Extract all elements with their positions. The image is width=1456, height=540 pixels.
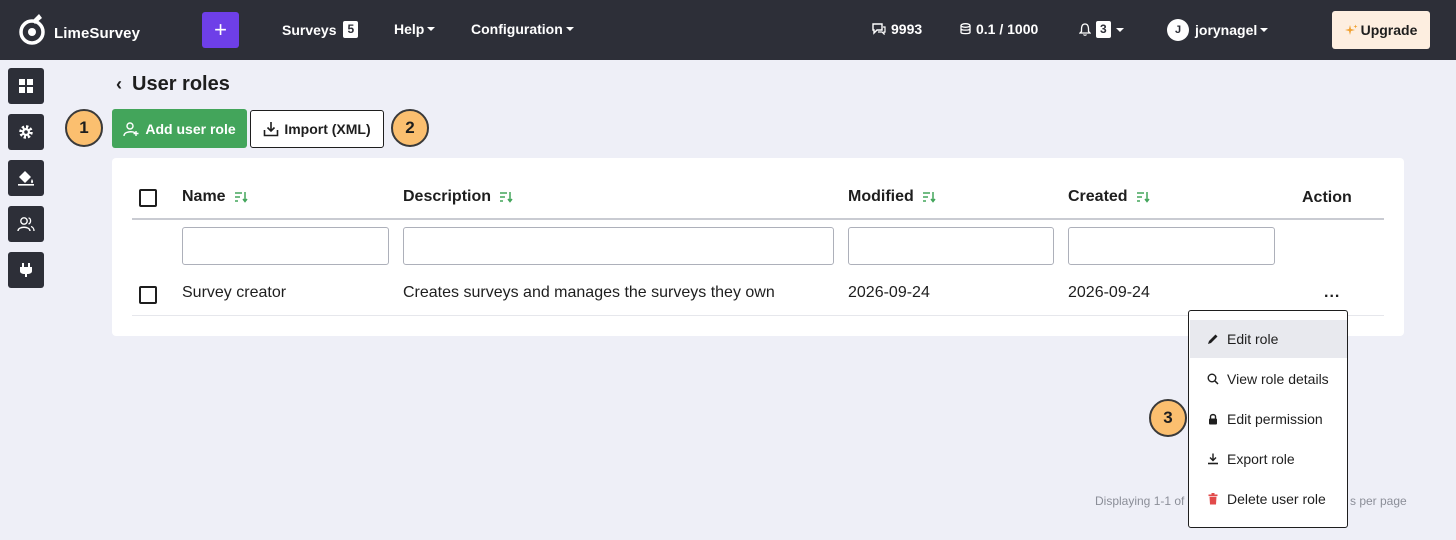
create-button[interactable]: + [202, 12, 239, 48]
import-xml-label: Import (XML) [284, 121, 371, 137]
gear-icon [19, 125, 33, 139]
storage-stat: 0.1 / 1000 [960, 21, 1038, 37]
lock-icon [1209, 413, 1217, 425]
sidebar-dashboard[interactable] [8, 68, 44, 104]
menu-item-label: Export role [1227, 451, 1295, 467]
responses-count: 9993 [891, 21, 923, 37]
column-header-name-label: Name [182, 188, 226, 205]
column-header-action-label: Action [1302, 189, 1352, 206]
sort-icon [1136, 192, 1150, 203]
sort-icon [500, 192, 513, 203]
chat-icon [872, 23, 886, 35]
caret-down-icon [1260, 28, 1269, 32]
menu-item-view-role-details[interactable]: View role details [1190, 360, 1347, 398]
page-title-text: User roles [132, 73, 230, 95]
lime-logo-icon [19, 14, 45, 45]
description-filter-input[interactable] [403, 227, 834, 265]
callout-1: 1 [65, 109, 103, 147]
row-checkbox[interactable] [139, 286, 157, 304]
pagination-summary: Displaying 1-1 of [1095, 494, 1185, 508]
surveys-count-badge: 5 [343, 21, 359, 38]
nav-surveys-label: Surveys [282, 21, 337, 38]
sort-icon [922, 192, 936, 203]
sidebar-plugins[interactable] [8, 252, 44, 288]
column-header-action: Action [1302, 189, 1352, 207]
user-menu[interactable]: J jorynagel [1167, 19, 1269, 41]
modified-filter-input[interactable] [848, 227, 1054, 265]
menu-item-label: Delete user role [1227, 491, 1326, 507]
name-filter-input[interactable] [182, 227, 389, 265]
menu-item-edit-permission[interactable]: Edit permission [1190, 400, 1347, 438]
bell-icon [1079, 23, 1091, 36]
menu-item-label: Edit role [1227, 331, 1279, 347]
column-header-created-label: Created [1068, 188, 1128, 205]
nav-surveys[interactable]: Surveys 5 [282, 21, 359, 38]
top-navbar: LimeSurvey + Surveys 5 Help Configuratio… [0, 0, 1456, 60]
created-filter-input[interactable] [1068, 227, 1275, 265]
sidebar-settings[interactable] [8, 114, 44, 150]
pencil-icon [1208, 334, 1218, 344]
select-all-checkbox[interactable] [139, 189, 157, 207]
users-icon [17, 217, 35, 232]
callout-2: 2 [391, 109, 429, 147]
sort-icon [234, 192, 248, 203]
storage-value: 0.1 / 1000 [976, 21, 1039, 37]
menu-item-label: Edit permission [1227, 411, 1323, 427]
username: jorynagel [1195, 22, 1258, 38]
add-user-role-button[interactable]: Add user role [112, 109, 247, 148]
trash-icon [1208, 493, 1218, 505]
row-created: 2026-09-24 [1068, 284, 1150, 301]
nav-configuration[interactable]: Configuration [471, 21, 574, 37]
dashboard-icon [19, 79, 33, 93]
callout-3: 3 [1149, 399, 1187, 437]
column-header-created[interactable]: Created [1068, 188, 1150, 206]
caret-down-icon [565, 27, 574, 31]
avatar: J [1167, 19, 1189, 41]
sidebar-users[interactable] [8, 206, 44, 242]
page-size-label: s per page [1350, 494, 1407, 508]
sidebar-themes[interactable] [8, 160, 44, 196]
responses-stat: 9993 [872, 21, 922, 37]
menu-item-edit-role[interactable]: Edit role [1190, 320, 1347, 358]
import-xml-button[interactable]: Import (XML) [250, 110, 384, 148]
notifications-button[interactable]: 3 [1079, 21, 1124, 38]
row-description: Creates surveys and manages the surveys … [403, 284, 775, 301]
column-header-description[interactable]: Description [403, 188, 513, 206]
header-divider [132, 218, 1384, 220]
column-header-description-label: Description [403, 188, 492, 205]
page-title: ‹ User roles [116, 73, 230, 96]
plug-icon [20, 263, 32, 277]
row-actions-button[interactable]: ... [1324, 284, 1340, 302]
limesurvey-logo[interactable]: LimeSurvey [18, 12, 140, 46]
caret-down-icon [1115, 27, 1124, 32]
nav-help-label: Help [394, 21, 425, 37]
column-header-modified[interactable]: Modified [848, 188, 936, 206]
notifications-count-badge: 3 [1096, 21, 1111, 38]
column-header-modified-label: Modified [848, 188, 914, 205]
download-icon [1208, 453, 1218, 465]
sparkle-icon [1344, 24, 1358, 35]
menu-item-delete-user-role[interactable]: Delete user role [1190, 480, 1347, 518]
menu-item-label: View role details [1227, 371, 1329, 387]
add-user-role-label: Add user role [145, 120, 236, 137]
row-action-menu: Edit role View role details Edit permiss… [1188, 310, 1348, 528]
database-icon [960, 23, 971, 35]
magnifier-icon [1207, 373, 1219, 385]
menu-item-export-role[interactable]: Export role [1190, 440, 1347, 478]
row-name: Survey creator [182, 284, 287, 301]
add-user-icon [123, 121, 139, 136]
upgrade-button[interactable]: Upgrade [1332, 11, 1430, 49]
caret-down-icon [427, 27, 436, 31]
row-modified: 2026-09-24 [848, 284, 930, 301]
paint-bucket-icon [18, 171, 34, 186]
chevron-left-icon[interactable]: ‹ [116, 74, 122, 95]
column-header-name[interactable]: Name [182, 188, 248, 206]
brand-name: LimeSurvey [54, 24, 141, 42]
nav-help[interactable]: Help [394, 21, 436, 37]
plus-icon: + [214, 17, 227, 42]
upgrade-label: Upgrade [1360, 22, 1418, 38]
nav-configuration-label: Configuration [471, 21, 563, 37]
import-icon [264, 122, 279, 137]
